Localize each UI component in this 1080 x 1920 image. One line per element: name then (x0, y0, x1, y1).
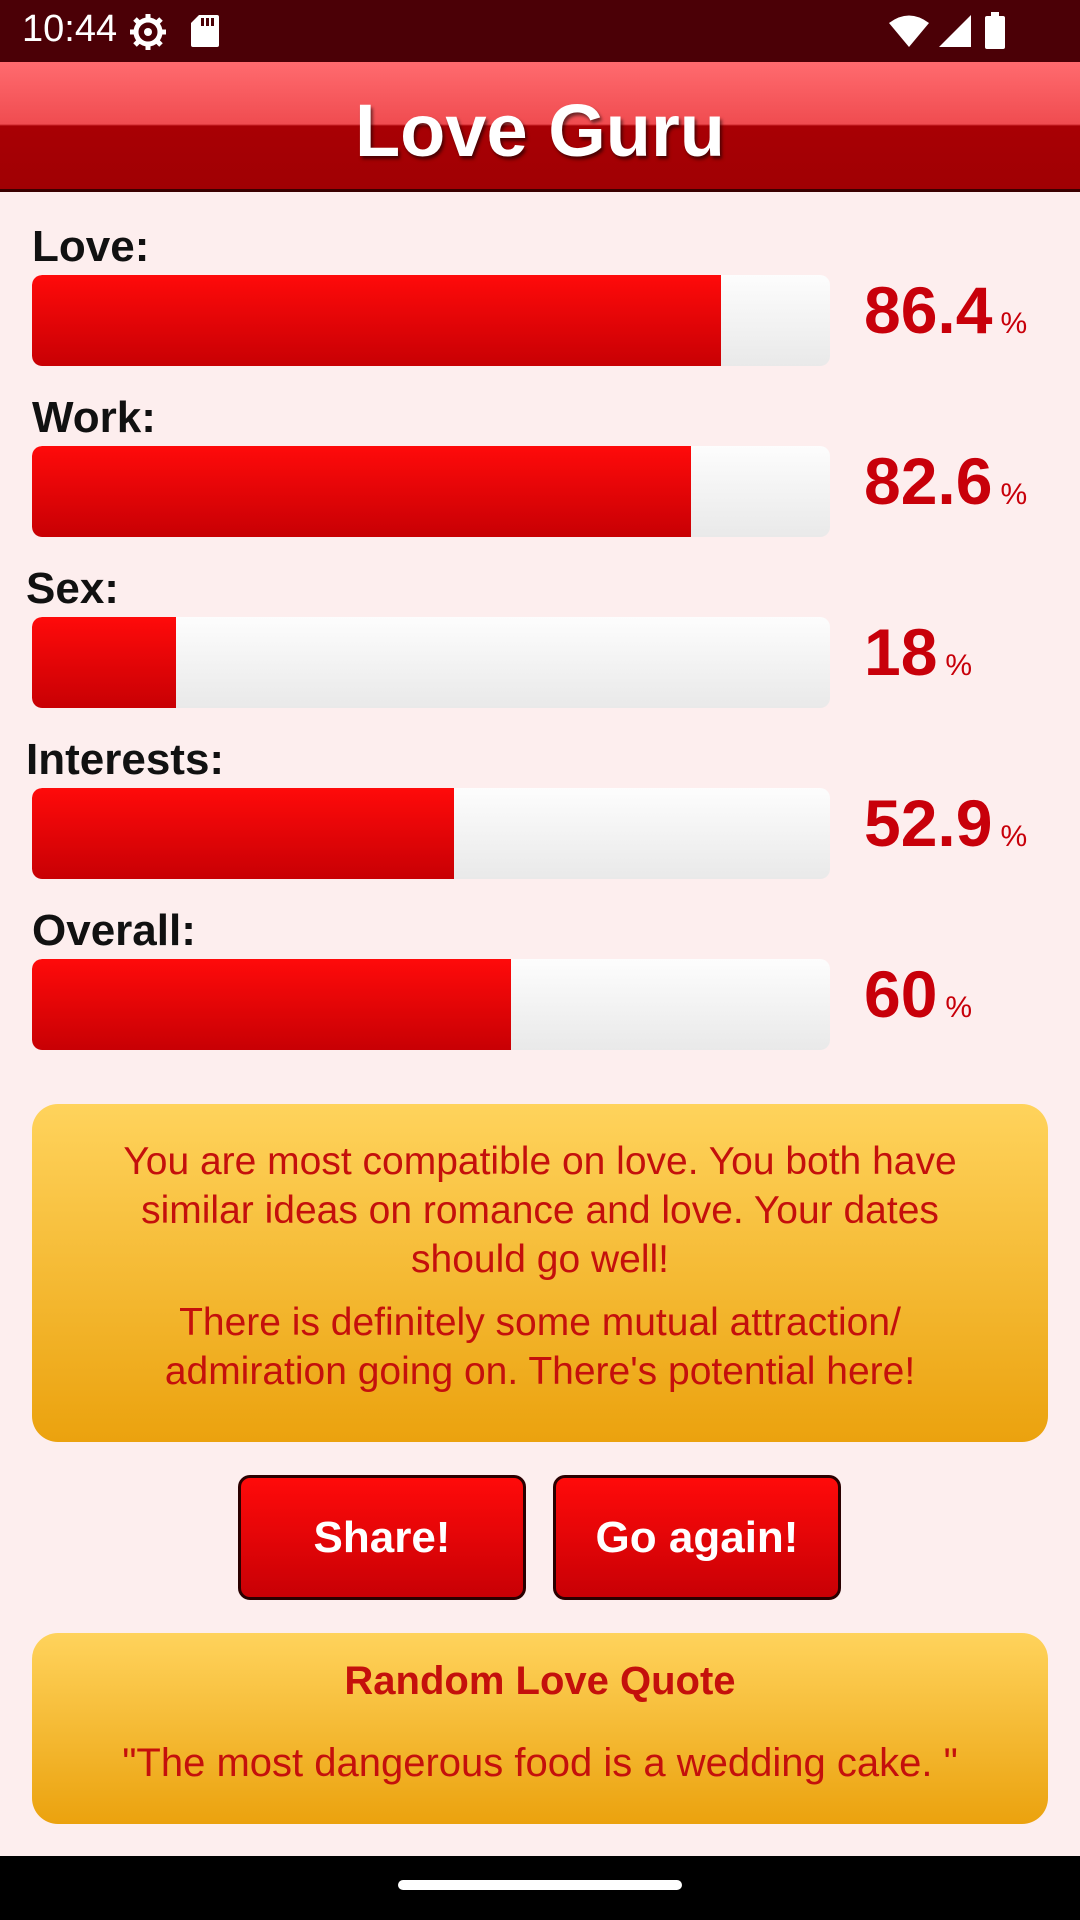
progress-bar (32, 788, 830, 879)
go-again-button[interactable]: Go again! (553, 1475, 841, 1600)
quote-text: "The most dangerous food is a wedding ca… (122, 1741, 958, 1785)
metric-sex: Sex: 18% (0, 564, 1080, 735)
metric-label: Work: (32, 393, 156, 442)
percent-sign: % (945, 991, 973, 1024)
progress-fill (32, 275, 722, 366)
metric-overall: Overall: 60% (0, 906, 1080, 1077)
metric-interests: Interests: 52.9% (0, 735, 1080, 906)
percent-sign: % (1000, 820, 1028, 853)
quote-panel: Random Love Quote "The most dangerous fo… (32, 1633, 1048, 1824)
progress-bar (32, 617, 830, 708)
share-button[interactable]: Share! (238, 1475, 526, 1600)
navigation-bar (0, 1856, 1080, 1920)
app-header: Love Guru (0, 62, 1080, 192)
metric-work: Work: 82.6% (0, 393, 1080, 564)
progress-fill (32, 446, 692, 537)
metric-label: Love: (32, 222, 150, 271)
metric-value: 52.9% (864, 785, 1027, 861)
metric-value: 86.4% (864, 272, 1027, 348)
metric-number: 52.9 (864, 786, 993, 860)
result-panel: You are most compatible on love. You bot… (32, 1104, 1048, 1442)
progress-bar (32, 446, 830, 537)
progress-bar (32, 959, 830, 1050)
percent-sign: % (1000, 307, 1028, 340)
sd-card-icon (191, 15, 219, 47)
quote-title: Random Love Quote (344, 1659, 736, 1703)
wifi-icon (889, 15, 929, 47)
metric-number: 82.6 (864, 444, 993, 518)
result-text-secondary: There is definitely some mutual attracti… (164, 1301, 916, 1393)
home-gesture-handle[interactable] (398, 1880, 682, 1890)
percent-sign: % (945, 649, 973, 682)
percent-sign: % (1000, 478, 1028, 511)
metric-number: 60 (864, 957, 938, 1031)
metric-value: 18% (864, 614, 972, 690)
progress-fill (32, 788, 455, 879)
metric-value: 82.6% (864, 443, 1027, 519)
battery-icon (985, 12, 1005, 49)
metric-value: 60% (864, 956, 972, 1032)
progress-fill (32, 959, 511, 1050)
progress-fill (32, 617, 176, 708)
metric-label: Overall: (32, 906, 196, 955)
app-title: Love Guru (354, 89, 726, 172)
result-text: You are most compatible on love. You bot… (123, 1140, 957, 1281)
metric-label: Interests: (26, 735, 225, 784)
status-bar: 10:44 (0, 0, 1080, 62)
metric-number: 18 (864, 615, 938, 689)
metric-love: Love: 86.4% (0, 222, 1080, 393)
status-time: 10:44 (22, 8, 118, 50)
gear-icon (130, 14, 166, 50)
signal-icon (939, 15, 971, 47)
progress-bar (32, 275, 830, 366)
metric-label: Sex: (26, 564, 119, 613)
metric-number: 86.4 (864, 273, 993, 347)
